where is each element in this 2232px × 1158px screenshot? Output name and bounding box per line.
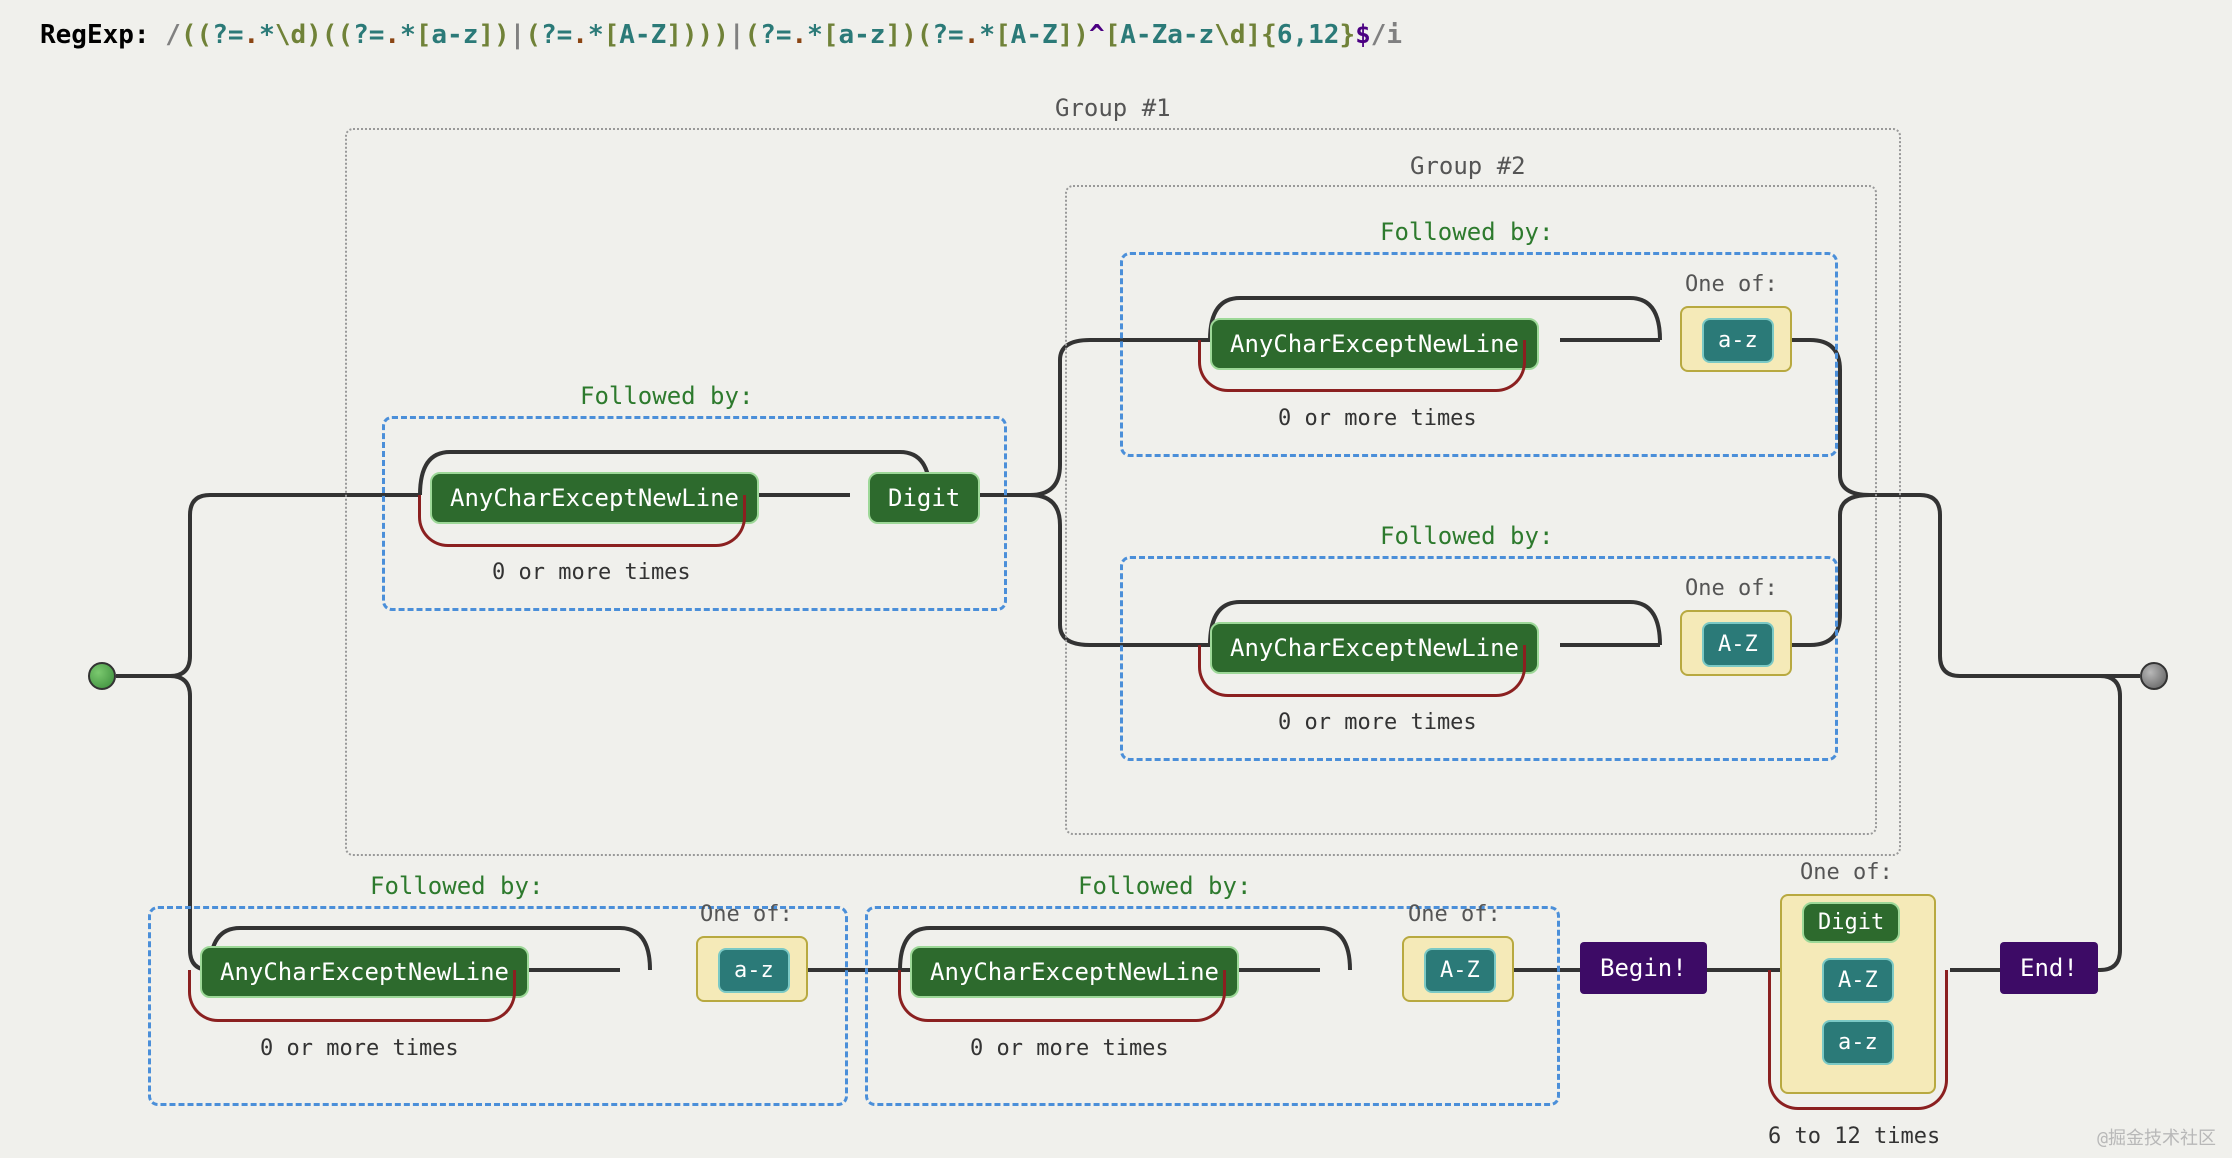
regexp-code: /((?=.*\d)((?=.*[a-z])|(?=.*[A-Z])))|(?=… <box>165 20 1402 50</box>
token-digit-2: Digit <box>1802 902 1900 943</box>
group-2-label: Group #2 <box>1410 152 1526 180</box>
oneof-label-2: One of: <box>1685 576 1778 601</box>
repeat-label-6: 6 to 12 times <box>1768 1124 1940 1149</box>
start-node <box>88 662 116 690</box>
repeat-label-1: 0 or more times <box>492 560 691 585</box>
token-az-upper-1: A-Z <box>1702 622 1774 667</box>
watermark: @掘金技术社区 <box>2097 1124 2216 1150</box>
token-end: End! <box>2000 942 2098 994</box>
regex-diagram: Group #1 Group #2 Followed by: AnyCharEx… <box>0 80 2232 1158</box>
regexp-header: RegExp: /((?=.*\d)((?=.*[a-z])|(?=.*[A-Z… <box>40 20 1402 50</box>
oneof-label-4: One of: <box>1408 902 1501 927</box>
oneof-label-1: One of: <box>1685 272 1778 297</box>
group-1-label: Group #1 <box>1055 94 1171 122</box>
repeat-arc-6 <box>1768 970 1948 1110</box>
repeat-label-4: 0 or more times <box>260 1036 459 1061</box>
repeat-arc-5 <box>898 970 1226 1022</box>
end-node <box>2140 662 2168 690</box>
regexp-label: RegExp: <box>40 20 150 50</box>
token-az-upper-2: A-Z <box>1424 948 1496 993</box>
token-az-lower-2: a-z <box>718 948 790 993</box>
followed-label-2: Followed by: <box>1380 218 1553 246</box>
followed-label-3: Followed by: <box>1380 522 1553 550</box>
oneof-label-3: One of: <box>700 902 793 927</box>
oneof-label-5: One of: <box>1800 860 1893 885</box>
repeat-arc-4 <box>188 970 516 1022</box>
repeat-arc-3 <box>1198 645 1526 697</box>
followed-label-1: Followed by: <box>580 382 753 410</box>
token-digit: Digit <box>868 472 980 524</box>
repeat-label-2: 0 or more times <box>1278 406 1477 431</box>
token-begin: Begin! <box>1580 942 1707 994</box>
repeat-label-5: 0 or more times <box>970 1036 1169 1061</box>
followed-label-5: Followed by: <box>1078 872 1251 900</box>
repeat-arc-1 <box>418 495 746 547</box>
repeat-arc-2 <box>1198 340 1526 392</box>
token-az-lower-1: a-z <box>1702 318 1774 363</box>
repeat-label-3: 0 or more times <box>1278 710 1477 735</box>
followed-label-4: Followed by: <box>370 872 543 900</box>
